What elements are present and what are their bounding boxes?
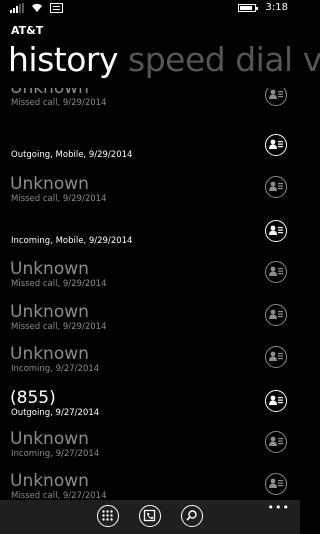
contact-card-icon[interactable] — [265, 473, 287, 495]
call-history-item[interactable]: Outgoing, Mobile, 9/29/2014 — [0, 132, 300, 174]
wifi-icon — [32, 3, 42, 13]
caller-name: Unknown — [10, 429, 89, 449]
more-menu-button[interactable]: ••• — [268, 501, 290, 514]
contact-card-icon[interactable] — [265, 304, 287, 326]
status-time: 3:18 — [265, 2, 288, 13]
call-detail: Incoming, 9/27/2014 — [11, 449, 100, 459]
caller-name: Unknown — [10, 344, 89, 364]
call-detail: Incoming, 9/27/2014 — [11, 364, 100, 374]
call-detail: Incoming, Mobile, 9/29/2014 — [11, 236, 133, 246]
caller-name: Unknown — [10, 471, 89, 491]
app-bar: ••• — [0, 500, 300, 534]
search-button[interactable] — [181, 505, 203, 527]
call-detail: Missed call, 9/29/2014 — [11, 98, 107, 108]
contact-card-icon[interactable] — [265, 220, 287, 242]
search-icon — [186, 510, 197, 521]
contact-card-icon[interactable] — [265, 88, 287, 106]
contact-card-icon[interactable] — [265, 176, 287, 198]
call-history-item[interactable]: Unknown Incoming, 9/27/2014 — [0, 429, 300, 471]
battery-icon — [237, 3, 258, 12]
contact-card-icon[interactable] — [265, 431, 287, 453]
voicemail-button[interactable] — [139, 505, 161, 527]
call-history-list: Unknown Missed call, 9/29/2014 Outgoing, M… — [0, 88, 300, 500]
contact-card-icon[interactable] — [265, 261, 287, 283]
call-history-item[interactable]: Unknown Missed call, 9/29/2014 — [0, 259, 300, 301]
caller-name: Unknown — [10, 88, 89, 98]
contact-card-icon[interactable] — [265, 346, 287, 368]
call-history-item[interactable]: Incoming, Mobile, 9/29/2014 — [0, 218, 300, 260]
voicemail-icon — [143, 509, 156, 522]
call-history-item[interactable]: Unknown Missed call, 9/29/2014 — [0, 88, 300, 124]
caller-name: Unknown — [10, 174, 89, 194]
call-detail: Missed call, 9/29/2014 — [11, 194, 107, 204]
call-detail: Missed call, 9/29/2014 — [11, 322, 107, 332]
signal-strength-icon — [10, 3, 24, 13]
call-detail: Outgoing, Mobile, 9/29/2014 — [11, 150, 133, 160]
caller-name: Unknown — [10, 259, 89, 279]
keypad-icon — [102, 510, 113, 521]
call-history-item[interactable]: Unknown Incoming, 9/27/2014 — [0, 344, 300, 386]
call-detail: Outgoing, 9/27/2014 — [11, 408, 100, 418]
call-history-item[interactable]: Unknown Missed call, 9/29/2014 — [0, 174, 300, 216]
status-bar: 3:18 — [0, 0, 300, 18]
pivot-tab-history[interactable]: history — [8, 40, 119, 79]
message-notification-icon — [50, 3, 63, 13]
caller-name: (855) — [10, 388, 56, 408]
pivot-header: history speed dial v — [8, 38, 320, 82]
call-history-item[interactable]: Unknown Missed call, 9/27/2014 — [0, 471, 300, 500]
carrier-name: AT&T — [11, 24, 44, 37]
pivot-tab-speed-dial[interactable]: speed dial v — [128, 40, 320, 79]
keypad-button[interactable] — [97, 505, 119, 527]
call-detail: Missed call, 9/27/2014 — [11, 491, 107, 500]
call-detail: Missed call, 9/29/2014 — [11, 279, 107, 289]
call-history-item[interactable]: Unknown Missed call, 9/29/2014 — [0, 302, 300, 344]
call-history-item[interactable]: (855) Outgoing, 9/27/2014 — [0, 388, 300, 430]
caller-name: Unknown — [10, 302, 89, 322]
contact-card-icon[interactable] — [265, 134, 287, 156]
contact-card-icon[interactable] — [265, 390, 287, 412]
